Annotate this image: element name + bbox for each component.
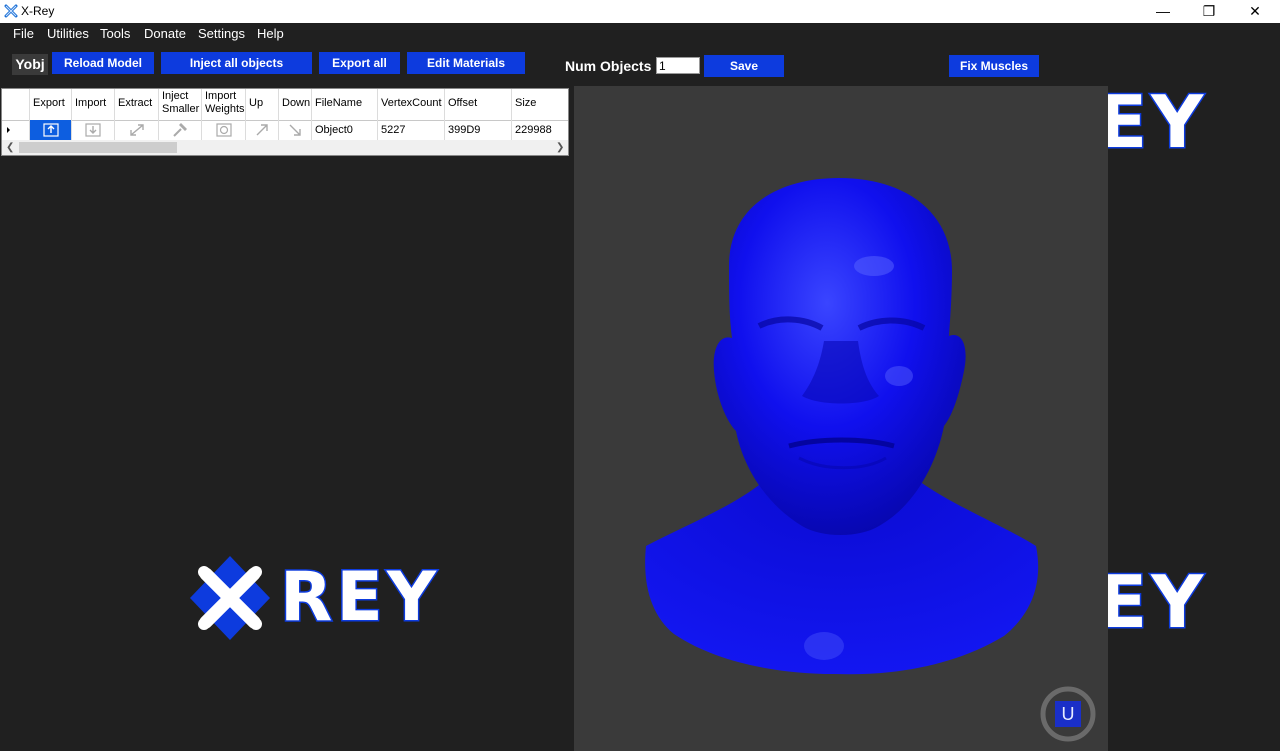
- vertexcount-cell[interactable]: 5227: [378, 120, 445, 140]
- head-model-render[interactable]: [574, 86, 1108, 751]
- column-down[interactable]: Down: [279, 89, 312, 120]
- u-badge-label: U: [1061, 704, 1075, 724]
- row-header-corner: [2, 89, 30, 120]
- menu-utilities[interactable]: Utilities: [47, 26, 89, 41]
- menu-help[interactable]: Help: [257, 26, 284, 41]
- column-extract[interactable]: Extract: [115, 89, 159, 120]
- extract-cell[interactable]: [115, 120, 159, 140]
- restore-button[interactable]: ❐: [1186, 0, 1232, 23]
- x-bones-logo: [190, 556, 270, 640]
- arrow-up-right-icon[interactable]: [255, 123, 269, 137]
- arrow-down-right-icon[interactable]: [288, 123, 302, 137]
- window-title: X-Rey: [21, 4, 55, 18]
- edit-materials-button[interactable]: Edit Materials: [407, 52, 525, 74]
- column-import[interactable]: Import: [72, 89, 115, 120]
- column-import-weights[interactable]: Import Weights: [202, 89, 246, 120]
- logo-ey-text-top: EY: [1096, 79, 1208, 166]
- hammer-icon[interactable]: [171, 123, 189, 137]
- up-cell[interactable]: [246, 120, 279, 140]
- column-size[interactable]: Size: [512, 89, 568, 120]
- import-weights-cell[interactable]: [202, 120, 246, 140]
- reload-model-button[interactable]: Reload Model: [52, 52, 154, 74]
- corner-u-badge[interactable]: U: [1040, 686, 1096, 742]
- menu-bar: File Utilities Tools Donate Settings Hel…: [0, 23, 1280, 45]
- menu-file[interactable]: File: [13, 26, 34, 41]
- yobj-label: Yobj: [12, 54, 48, 75]
- objects-table: Export Import Extract Inject Smaller Imp…: [1, 88, 569, 156]
- title-bar: X-Rey — ❐ ✕: [0, 0, 1280, 23]
- scroll-right-icon[interactable]: ❯: [556, 140, 564, 155]
- export-all-button[interactable]: Export all: [319, 52, 400, 74]
- column-filename[interactable]: FileName: [312, 89, 378, 120]
- caret-right-icon: [7, 127, 10, 133]
- column-inject-smaller[interactable]: Inject Smaller: [159, 89, 202, 120]
- scrollbar-thumb[interactable]: [19, 142, 177, 153]
- save-button[interactable]: Save: [704, 55, 784, 77]
- inject-all-objects-button[interactable]: Inject all objects: [161, 52, 312, 74]
- offset-cell[interactable]: 399D9: [445, 120, 512, 140]
- column-up[interactable]: Up: [246, 89, 279, 120]
- row-selector-arrow[interactable]: [2, 120, 30, 140]
- scroll-left-icon[interactable]: ❮: [6, 140, 14, 155]
- expand-arrows-icon[interactable]: [129, 123, 145, 137]
- menu-tools[interactable]: Tools: [100, 26, 130, 41]
- import-cell[interactable]: [72, 120, 115, 140]
- logo-rey-text: REY: [278, 557, 441, 639]
- xrey-logo-left: REY: [190, 556, 460, 646]
- model-viewport[interactable]: [574, 86, 1108, 751]
- table-row[interactable]: Object0 5227 399D9 229988: [2, 120, 568, 141]
- export-icon[interactable]: [43, 123, 59, 137]
- weights-icon[interactable]: [216, 123, 232, 137]
- menu-donate[interactable]: Donate: [144, 26, 186, 41]
- column-export[interactable]: Export: [30, 89, 72, 120]
- horizontal-scrollbar[interactable]: ❮ ❯: [2, 140, 568, 155]
- filename-cell[interactable]: Object0: [312, 120, 378, 140]
- num-objects-input[interactable]: [656, 57, 700, 74]
- xrey-app-icon: [4, 4, 18, 18]
- size-cell[interactable]: 229988: [512, 120, 568, 140]
- close-button[interactable]: ✕: [1232, 0, 1278, 23]
- column-vertexcount[interactable]: VertexCount: [378, 89, 445, 120]
- column-offset[interactable]: Offset: [445, 89, 512, 120]
- inject-smaller-cell[interactable]: [159, 120, 202, 140]
- down-cell[interactable]: [279, 120, 312, 140]
- fix-muscles-button[interactable]: Fix Muscles: [949, 55, 1039, 77]
- table-header: Export Import Extract Inject Smaller Imp…: [2, 89, 568, 121]
- minimize-button[interactable]: —: [1140, 0, 1186, 23]
- import-icon[interactable]: [85, 123, 101, 137]
- export-cell[interactable]: [30, 120, 72, 140]
- num-objects-label: Num Objects: [565, 58, 652, 74]
- logo-ey-text-bottom: EY: [1096, 559, 1208, 646]
- menu-settings[interactable]: Settings: [198, 26, 245, 41]
